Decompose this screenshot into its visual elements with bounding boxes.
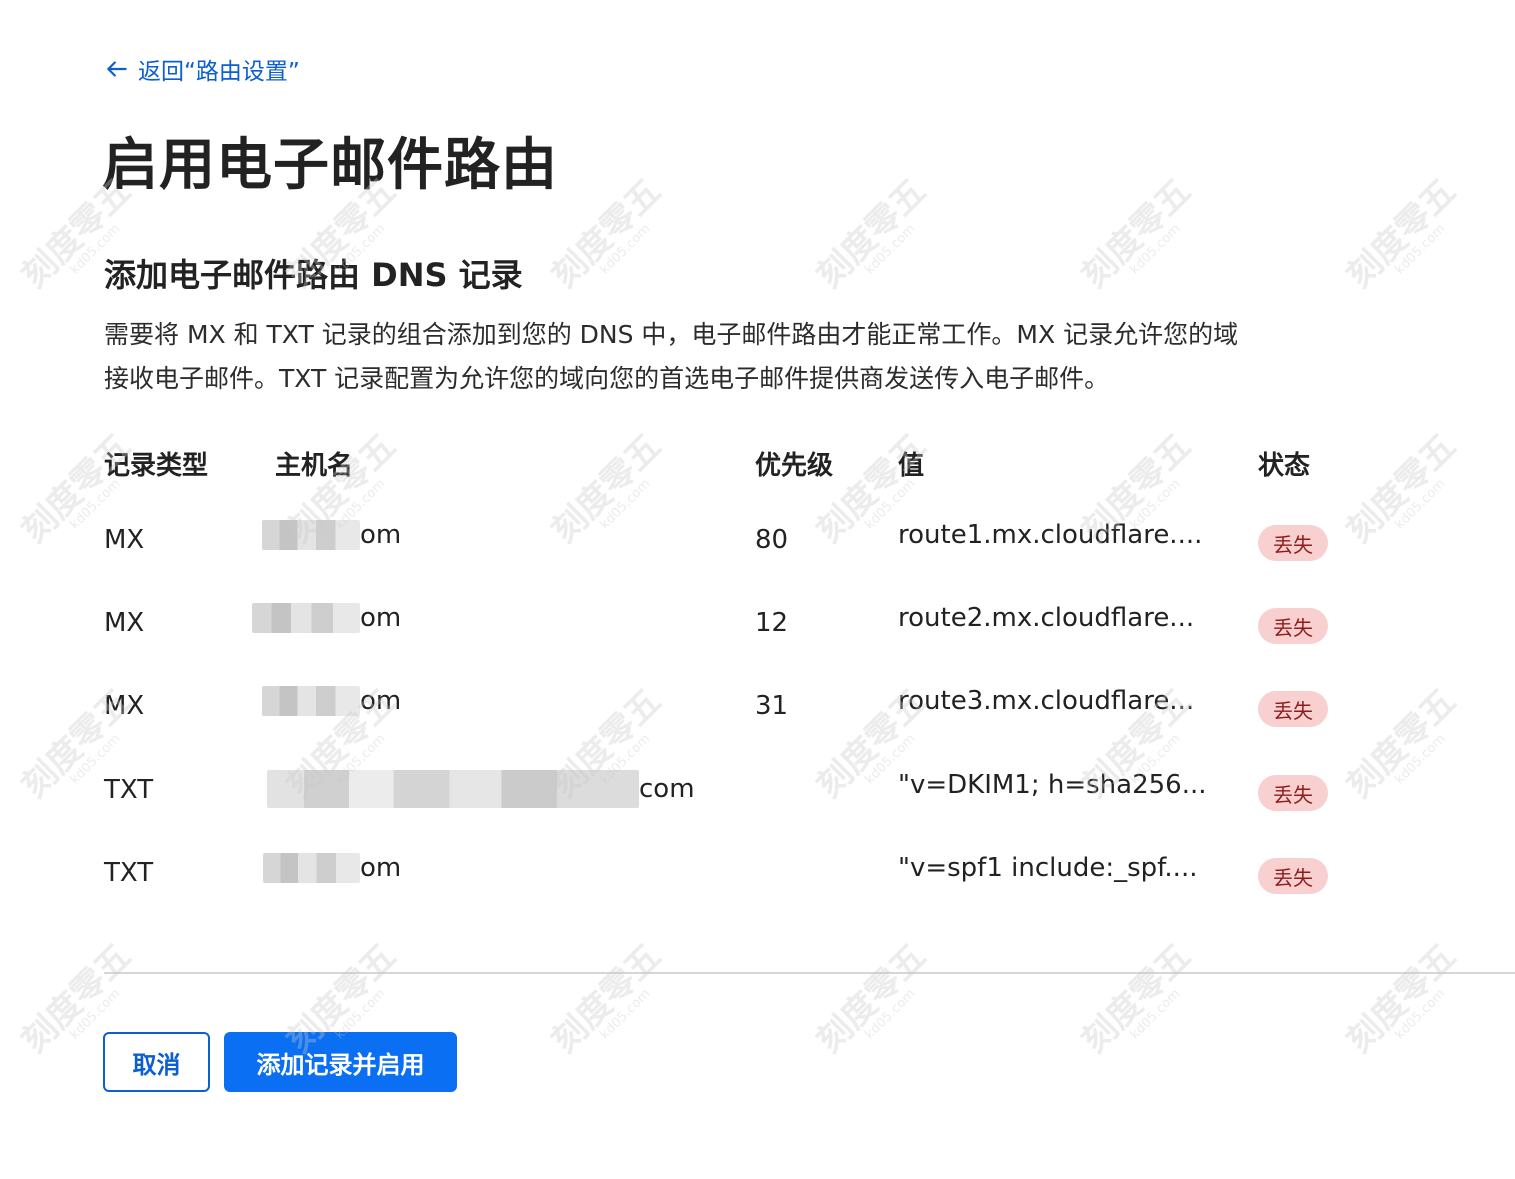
redacted-hostname — [252, 603, 360, 633]
column-header-record-type: 记录类型 — [104, 451, 209, 481]
watermark: 刻度零五 kd05.com — [1074, 171, 1199, 296]
redacted-hostname — [263, 853, 360, 883]
page-title: 启用电子邮件路由 — [102, 133, 558, 198]
watermark: 刻度零五 kd05.com — [544, 171, 669, 296]
redacted-hostname — [262, 686, 360, 716]
hostname-cell: om — [252, 603, 401, 633]
priority-cell: 12 — [755, 608, 789, 638]
column-header-value: 值 — [898, 451, 925, 481]
hostname-suffix: om — [360, 853, 402, 883]
priority-cell: 80 — [755, 525, 789, 555]
add-records-and-enable-button[interactable]: 添加记录并启用 — [224, 1032, 457, 1092]
watermark: 刻度零五 kd05.com — [544, 426, 669, 551]
value-cell: route1.mx.cloudflare.... — [898, 520, 1203, 550]
watermark: 刻度零五 kd05.com — [544, 936, 669, 1061]
watermark: 刻度零五 kd05.com — [809, 936, 934, 1061]
hostname-suffix: om — [360, 603, 402, 633]
value-cell: "v=DKIM1; h=sha256... — [898, 770, 1207, 800]
hostname-cell: om — [262, 520, 401, 550]
value-cell: "v=spf1 include:_spf.... — [898, 853, 1198, 883]
status-badge: 丢失 — [1258, 775, 1328, 811]
hostname-cell: om — [263, 853, 401, 883]
watermark: 刻度零五 kd05.com — [809, 171, 934, 296]
hostname-suffix: om — [360, 686, 402, 716]
status-badge: 丢失 — [1258, 858, 1328, 894]
page: 返回“路由设置” 启用电子邮件路由 添加电子邮件路由 DNS 记录 需要将 MX… — [0, 0, 1515, 1179]
redacted-hostname — [267, 770, 639, 808]
arrow-left-icon — [107, 61, 127, 77]
priority-cell: 31 — [755, 691, 789, 721]
hostname-suffix: om — [360, 520, 402, 550]
section-title: 添加电子邮件路由 DNS 记录 — [104, 256, 523, 294]
section-description: 需要将 MX 和 TXT 记录的组合添加到您的 DNS 中，电子邮件路由才能正常… — [104, 313, 1404, 401]
back-to-routing-settings-link[interactable]: 返回“路由设置” — [104, 52, 300, 86]
hostname-cell: com — [267, 770, 695, 808]
back-link-label: 返回“路由设置” — [138, 59, 300, 85]
column-header-status: 状态 — [1258, 451, 1311, 481]
value-cell: route3.mx.cloudflare... — [898, 686, 1195, 716]
cancel-button[interactable]: 取消 — [103, 1032, 210, 1092]
column-header-priority: 优先级 — [755, 451, 834, 481]
hostname-cell: om — [262, 686, 401, 716]
watermark: 刻度零五 kd05.com — [1339, 171, 1464, 296]
description-line-1: 需要将 MX 和 TXT 记录的组合添加到您的 DNS 中，电子邮件路由才能正常… — [104, 320, 1239, 349]
watermark: 刻度零五 kd05.com — [1074, 936, 1199, 1061]
record-type-cell: MX — [104, 608, 145, 638]
status-badge: 丢失 — [1258, 525, 1328, 561]
watermark: 刻度零五 kd05.com — [1339, 936, 1464, 1061]
status-badge: 丢失 — [1258, 691, 1328, 727]
watermark: 刻度零五 kd05.com — [1339, 426, 1464, 551]
hostname-suffix: com — [639, 774, 695, 804]
value-cell: route2.mx.cloudflare... — [898, 603, 1195, 633]
record-type-cell: TXT — [104, 775, 154, 805]
status-badge: 丢失 — [1258, 608, 1328, 644]
footer-divider — [104, 972, 1515, 974]
record-type-cell: TXT — [104, 858, 154, 888]
redacted-hostname — [262, 520, 360, 550]
watermark: 刻度零五 kd05.com — [1339, 681, 1464, 806]
description-line-2: 接收电子邮件。TXT 记录配置为允许您的域向您的首选电子邮件提供商发送传入电子邮… — [104, 364, 1110, 393]
column-header-hostname: 主机名 — [275, 451, 354, 481]
record-type-cell: MX — [104, 691, 145, 721]
record-type-cell: MX — [104, 525, 145, 555]
